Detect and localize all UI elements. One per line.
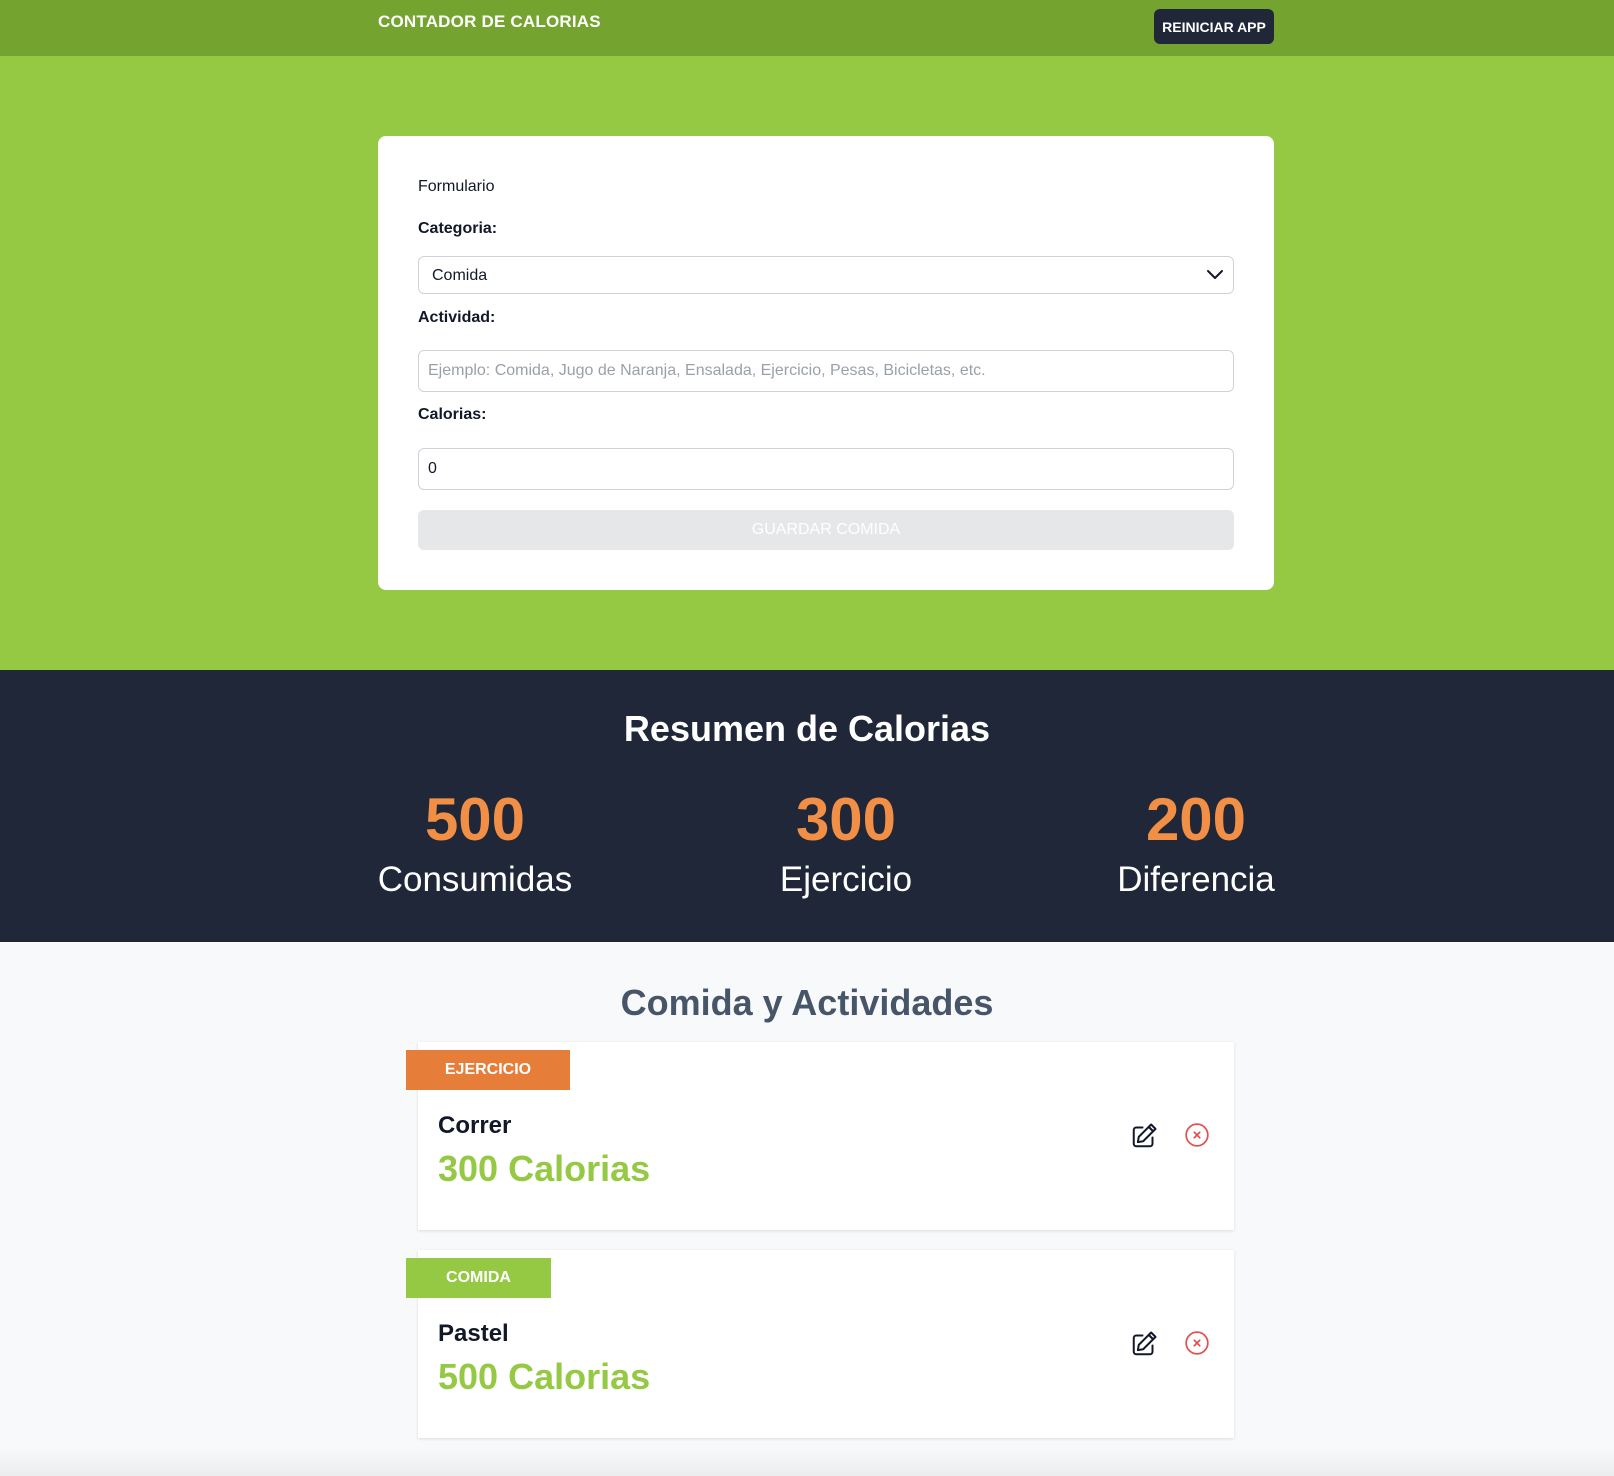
delete-icon[interactable] (1184, 1330, 1210, 1356)
category-select[interactable]: Comida (418, 256, 1234, 294)
top-bar: CONTADOR DE CALORIAS REINICIAR APP (0, 0, 1614, 56)
page-bottom-shade (0, 1446, 1614, 1476)
calories-input[interactable] (418, 448, 1234, 490)
stat-consumed: 500 Consumidas (325, 788, 625, 900)
category-tag: EJERCICIO (406, 1050, 570, 1090)
stat-label: Consumidas (377, 860, 573, 899)
form-heading: Formulario (418, 178, 495, 195)
stat-difference: 200 Diferencia (1046, 788, 1346, 900)
save-food-button[interactable]: GUARDAR COMIDA (418, 510, 1234, 550)
category-tag: COMIDA (406, 1258, 551, 1298)
stat-label: Diferencia (1117, 860, 1275, 899)
stat-value: 500 (424, 786, 526, 853)
reset-app-button[interactable]: REINICIAR APP (1154, 9, 1274, 44)
stat-value: 200 (1145, 786, 1247, 853)
activity-label: Actividad: (418, 309, 496, 326)
stat-label: Ejercicio (779, 860, 913, 899)
activity-name: Pastel (438, 1320, 509, 1347)
activity-calories: 300 Calorias (438, 1148, 651, 1189)
edit-icon[interactable] (1130, 1120, 1160, 1150)
activity-item: EJERCICIO Correr 300 Calorias (406, 1042, 1234, 1230)
activity-name: Correr (438, 1112, 512, 1139)
calorie-form: Formulario Categoria: Comida Actividad: … (378, 136, 1274, 590)
activities-title: Comida y Actividades (620, 982, 994, 1023)
category-label: Categoria: (418, 220, 498, 237)
delete-icon[interactable] (1184, 1122, 1210, 1148)
activity-calories: 500 Calorias (438, 1356, 651, 1397)
app-title: CONTADOR DE CALORIAS (378, 12, 601, 31)
activity-item: COMIDA Pastel 500 Calorias (406, 1250, 1234, 1438)
stat-value: 300 (795, 786, 897, 853)
edit-icon[interactable] (1130, 1328, 1160, 1358)
summary-title: Resumen de Calorias (623, 708, 991, 749)
chevron-down-icon (1207, 270, 1223, 279)
calories-label: Calorias: (418, 406, 487, 423)
activity-input[interactable] (418, 350, 1234, 392)
category-selected-value: Comida (432, 267, 488, 284)
calorie-summary: Resumen de Calorias 500 Consumidas 300 E… (0, 670, 1614, 942)
stat-exercise: 300 Ejercicio (696, 788, 996, 900)
